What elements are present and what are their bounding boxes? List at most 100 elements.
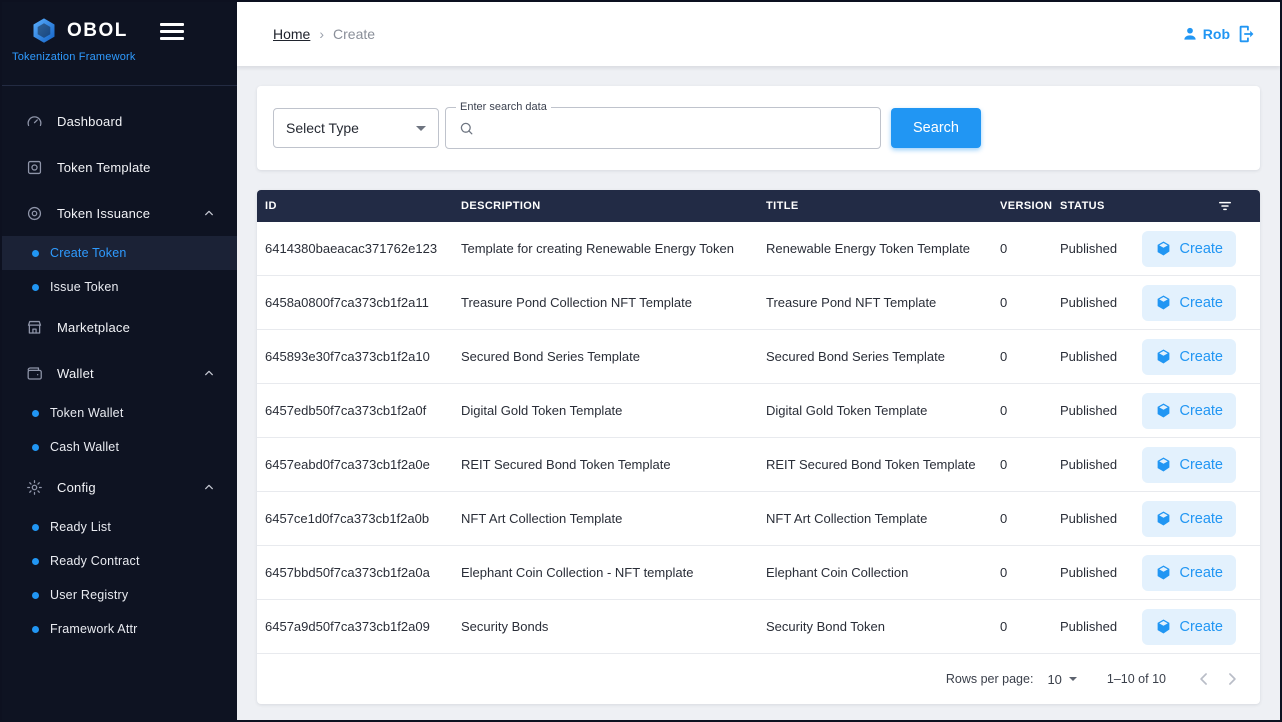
create-button-label: Create: [1179, 240, 1223, 257]
create-button[interactable]: Create: [1142, 554, 1236, 591]
sidebar-item-create-token[interactable]: Create Token: [2, 236, 237, 270]
create-button-label: Create: [1179, 402, 1223, 419]
cell-version: 0: [1000, 403, 1008, 418]
template-icon: [24, 157, 44, 177]
cell-status: Published: [1060, 403, 1118, 418]
templates-table: ID DESCRIPTION TITLE VERSION STATUS 6414…: [257, 190, 1260, 704]
brand-area: OBOL Tokenization Framework: [2, 2, 237, 86]
create-button[interactable]: Create: [1142, 446, 1236, 483]
sidebar-item-ready-contract[interactable]: Ready Contract: [2, 544, 237, 578]
cell-status: Published: [1060, 619, 1118, 634]
search-panel: Select Type Enter search data Search: [257, 86, 1260, 170]
table-header: ID DESCRIPTION TITLE VERSION STATUS: [257, 190, 1260, 222]
column-status: STATUS: [1060, 200, 1105, 212]
sidebar-item-cash-wallet[interactable]: Cash Wallet: [2, 430, 237, 464]
breadcrumb-separator: ›: [319, 26, 325, 42]
sidebar-item-label: Marketplace: [57, 319, 131, 335]
column-description: DESCRIPTION: [461, 200, 541, 212]
cell-version: 0: [1000, 565, 1008, 580]
sidebar-item-label: User Registry: [50, 588, 129, 602]
cube-icon: [1155, 564, 1172, 581]
create-button[interactable]: Create: [1142, 284, 1236, 321]
create-button-label: Create: [1179, 564, 1223, 581]
filter-icon[interactable]: [1216, 197, 1234, 215]
breadcrumb-home-link[interactable]: Home: [273, 26, 310, 42]
chevron-left-icon: [1200, 673, 1207, 685]
create-button[interactable]: Create: [1142, 230, 1236, 267]
sidebar-item-ready-list[interactable]: Ready List: [2, 510, 237, 544]
column-id: ID: [265, 200, 277, 212]
logout-button[interactable]: [1236, 23, 1258, 45]
search-field-label: Enter search data: [456, 101, 551, 113]
next-page-button[interactable]: [1218, 665, 1246, 693]
chevron-up-icon: [201, 205, 217, 221]
sidebar-item-config[interactable]: Config: [2, 464, 237, 510]
cell-title: NFT Art Collection Template: [766, 511, 928, 526]
column-title: TITLE: [766, 200, 799, 212]
cube-icon: [1155, 510, 1172, 527]
search-button[interactable]: Search: [891, 108, 981, 148]
menu-icon[interactable]: [159, 22, 184, 40]
cell-version: 0: [1000, 511, 1008, 526]
search-input[interactable]: [483, 119, 868, 137]
sidebar-item-dashboard[interactable]: Dashboard: [2, 98, 237, 144]
caret-down-icon: [416, 125, 426, 131]
cell-version: 0: [1000, 349, 1008, 364]
page-content: Select Type Enter search data Search ID …: [237, 66, 1280, 720]
cell-id: 6457a9d50f7ca373cb1f2a09: [265, 619, 430, 634]
sidebar-item-label: Token Template: [57, 159, 151, 175]
cell-id: 6457bbd50f7ca373cb1f2a0a: [265, 565, 430, 580]
create-button[interactable]: Create: [1142, 500, 1236, 537]
search-field: Enter search data: [445, 101, 881, 149]
table-body: 6414380baeacac371762e123 Template for cre…: [257, 222, 1260, 654]
cell-description: NFT Art Collection Template: [461, 511, 623, 526]
logout-icon: [1239, 25, 1254, 43]
cell-version: 0: [1000, 457, 1008, 472]
table-row: 6457a9d50f7ca373cb1f2a09 Security Bonds Se…: [257, 600, 1260, 654]
create-button[interactable]: Create: [1142, 338, 1236, 375]
sidebar-item-marketplace[interactable]: Marketplace: [2, 304, 237, 350]
cell-id: 6457ce1d0f7ca373cb1f2a0b: [265, 511, 430, 526]
sidebar-item-label: Ready List: [50, 520, 112, 534]
caret-down-icon: [1068, 677, 1077, 681]
marketplace-icon: [24, 317, 44, 337]
rows-per-page-label: Rows per page:: [945, 672, 1034, 686]
cell-version: 0: [1000, 619, 1008, 634]
cell-description: Security Bonds: [461, 619, 549, 634]
sidebar-item-label: Token Wallet: [50, 406, 124, 420]
previous-page-button[interactable]: [1190, 665, 1218, 693]
cell-id: 6457eabd0f7ca373cb1f2a0e: [265, 457, 430, 472]
cube-icon: [1155, 456, 1172, 473]
sidebar-item-wallet[interactable]: Wallet: [2, 350, 237, 396]
search-icon: [458, 120, 475, 137]
sidebar-item-user-registry[interactable]: User Registry: [2, 578, 237, 612]
issuance-icon: [24, 203, 44, 223]
sidebar-item-token-wallet[interactable]: Token Wallet: [2, 396, 237, 430]
create-button[interactable]: Create: [1142, 392, 1236, 429]
table-row: 6414380baeacac371762e123 Template for cre…: [257, 222, 1260, 276]
sidebar-item-issue-token[interactable]: Issue Token: [2, 270, 237, 304]
cell-id: 6457edb50f7ca373cb1f2a0f: [265, 403, 427, 418]
sidebar-item-token-template[interactable]: Token Template: [2, 144, 237, 190]
cell-description: Elephant Coin Collection - NFT template: [461, 565, 694, 580]
table-footer: Rows per page: 10 1–10 of 10: [257, 654, 1260, 704]
cube-icon: [1155, 618, 1172, 635]
cell-title: Treasure Pond NFT Template: [766, 295, 937, 310]
table-row: 6457edb50f7ca373cb1f2a0f Digital Gold Tok…: [257, 384, 1260, 438]
main-area: Home › Create Rob Select Type Enter sear…: [237, 2, 1280, 720]
sidebar-nav: Dashboard Token Template Token Issuance Cre…: [2, 86, 237, 646]
type-select[interactable]: Select Type: [273, 108, 439, 148]
cell-status: Published: [1060, 457, 1118, 472]
bullet-icon: [32, 249, 39, 257]
sidebar-item-token-issuance[interactable]: Token Issuance: [2, 190, 237, 236]
cell-description: Digital Gold Token Template: [461, 403, 623, 418]
sidebar-item-label: Token Issuance: [57, 205, 151, 221]
cell-title: Elephant Coin Collection: [766, 565, 909, 580]
create-button-label: Create: [1179, 510, 1223, 527]
obol-logo-icon: [30, 16, 58, 46]
create-button[interactable]: Create: [1142, 608, 1236, 645]
table-row: 6457ce1d0f7ca373cb1f2a0b NFT Art Collecti…: [257, 492, 1260, 546]
rows-per-page-select[interactable]: 10: [1047, 672, 1077, 687]
sidebar-item-framework-attr[interactable]: Framework Attr: [2, 612, 237, 646]
cube-icon: [1155, 294, 1172, 311]
